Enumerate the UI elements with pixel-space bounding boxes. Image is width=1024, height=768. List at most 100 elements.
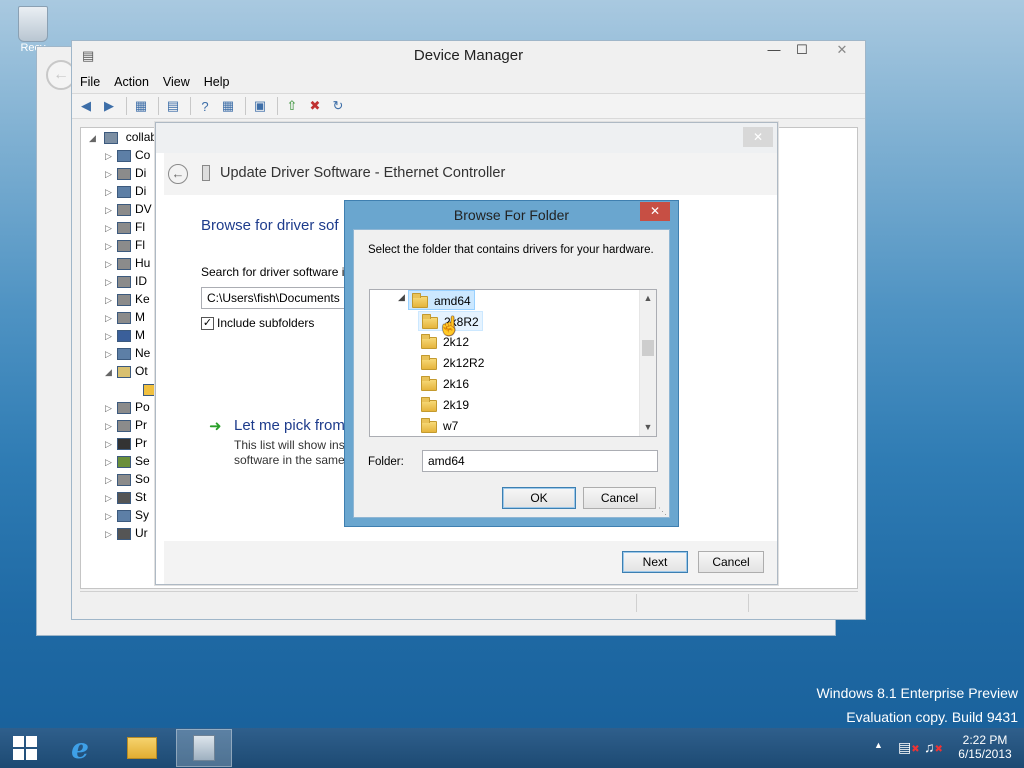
- tree-item[interactable]: ▷ M: [105, 326, 145, 344]
- internet-explorer-button[interactable]: e: [52, 729, 108, 767]
- tree-item[interactable]: ▷ Pr: [105, 416, 147, 434]
- tree-item[interactable]: ▷ Sy: [105, 506, 149, 524]
- tree-item[interactable]: ▷ Hu: [105, 254, 150, 272]
- expand-triangle-icon[interactable]: ◢: [398, 292, 405, 303]
- minimize-button[interactable]: —: [759, 41, 789, 61]
- expand-triangle-icon[interactable]: ▷: [105, 507, 117, 525]
- wizard-cancel-button[interactable]: Cancel: [698, 551, 764, 573]
- collapse-triangle-icon[interactable]: ◢: [89, 129, 101, 147]
- expand-triangle-icon[interactable]: ▷: [105, 525, 117, 543]
- tree-item[interactable]: ▷ Se: [105, 452, 150, 470]
- resize-grip-icon[interactable]: ⋱: [658, 506, 667, 517]
- tree-item[interactable]: ◢ Ot: [105, 362, 148, 380]
- maximize-button[interactable]: ☐: [787, 41, 817, 61]
- pick-heading-link[interactable]: Let me pick from: [234, 417, 345, 434]
- update-driver-icon[interactable]: ⇧: [282, 97, 302, 115]
- scan-hardware-icon[interactable]: ▣: [250, 97, 270, 115]
- tree-item[interactable]: ▷ St: [105, 488, 146, 506]
- tree-item[interactable]: ▷ So: [105, 470, 150, 488]
- expand-triangle-icon[interactable]: ▷: [105, 255, 117, 273]
- expand-triangle-icon[interactable]: ▷: [105, 237, 117, 255]
- folder-item[interactable]: amd64: [408, 290, 475, 310]
- tree-item[interactable]: ▷ Fl: [105, 218, 145, 236]
- show-hidden-icons-icon[interactable]: ▲: [874, 740, 883, 750]
- menu-file[interactable]: File: [80, 75, 100, 89]
- tree-item[interactable]: ▷ Ke: [105, 290, 150, 308]
- show-hide-tree-icon[interactable]: ▦: [131, 97, 151, 115]
- enable-device-icon[interactable]: ↻: [328, 97, 348, 115]
- expand-triangle-icon[interactable]: ▷: [105, 327, 117, 345]
- folder-item[interactable]: 2k12R2: [418, 353, 487, 373]
- expand-triangle-icon[interactable]: ▷: [105, 201, 117, 219]
- tree-item-label: Sy: [135, 508, 150, 522]
- status-divider: [636, 594, 637, 612]
- expand-triangle-icon[interactable]: ▷: [105, 399, 117, 417]
- browse-close-button[interactable]: ✕: [640, 202, 670, 221]
- tree-item[interactable]: ▷ Di: [105, 164, 146, 182]
- expand-triangle-icon[interactable]: ▷: [105, 147, 117, 165]
- expand-triangle-icon[interactable]: ▷: [105, 453, 117, 471]
- folder-input[interactable]: amd64: [422, 450, 658, 472]
- toolbar-separator: [158, 97, 159, 115]
- folder-item[interactable]: 2k16: [418, 374, 472, 394]
- expand-triangle-icon[interactable]: ▷: [105, 291, 117, 309]
- tree-item[interactable]: ▷ Pr: [105, 434, 147, 452]
- tree-item[interactable]: ▷ ID: [105, 272, 147, 290]
- path-input[interactable]: C:\Users\fish\Documents: [201, 287, 361, 309]
- tree-item[interactable]: ▷ DV: [105, 200, 152, 218]
- forward-icon[interactable]: ▶: [99, 97, 119, 115]
- wizard-close-button[interactable]: ✕: [743, 127, 773, 147]
- device-manager-taskbar-button[interactable]: [176, 729, 232, 767]
- tree-item[interactable]: ▷ Po: [105, 398, 150, 416]
- back-icon[interactable]: ◀: [76, 97, 96, 115]
- device-category-icon: [117, 329, 131, 342]
- volume-icon[interactable]: ♫✖: [924, 739, 943, 755]
- folder-tree[interactable]: ◢ amd64 2k8R2 2k12 2k12R2 2k16 2k19 w7 ▲ ▼: [369, 289, 657, 437]
- expand-triangle-icon[interactable]: ▷: [105, 219, 117, 237]
- device-category-icon: [117, 473, 131, 486]
- tree-item[interactable]: ▷ Ne: [105, 344, 150, 362]
- properties-icon[interactable]: ▤: [163, 97, 183, 115]
- expand-triangle-icon[interactable]: ▷: [105, 435, 117, 453]
- scroll-up-icon[interactable]: ▲: [640, 290, 656, 307]
- expand-triangle-icon[interactable]: ▷: [105, 273, 117, 291]
- expand-triangle-icon[interactable]: ▷: [105, 183, 117, 201]
- start-button[interactable]: [0, 729, 50, 767]
- help-icon[interactable]: ?: [195, 97, 215, 115]
- expand-triangle-icon[interactable]: ▷: [105, 471, 117, 489]
- expand-triangle-icon[interactable]: ▷: [105, 489, 117, 507]
- collapse-triangle-icon[interactable]: ◢: [105, 363, 117, 381]
- expand-triangle-icon[interactable]: ▷: [105, 165, 117, 183]
- browse-cancel-button[interactable]: Cancel: [583, 487, 656, 509]
- folder-item[interactable]: 2k19: [418, 395, 472, 415]
- folder-tree-scrollbar[interactable]: ▲ ▼: [639, 290, 656, 436]
- wizard-back-button[interactable]: ←: [168, 164, 188, 184]
- tree-item[interactable]: ▷ Ur: [105, 524, 148, 542]
- ok-button[interactable]: OK: [502, 487, 576, 509]
- device-category-icon: [117, 293, 131, 306]
- menu-action[interactable]: Action: [114, 75, 149, 89]
- folder-item[interactable]: w7: [418, 416, 461, 436]
- tree-item-label: St: [135, 490, 147, 504]
- expand-triangle-icon[interactable]: ▷: [105, 309, 117, 327]
- menu-help[interactable]: Help: [204, 75, 230, 89]
- tree-item[interactable]: ▷ Co: [105, 146, 150, 164]
- expand-triangle-icon[interactable]: ▷: [105, 345, 117, 363]
- scroll-down-icon[interactable]: ▼: [640, 419, 656, 436]
- tree-item[interactable]: ▷ M: [105, 308, 145, 326]
- include-subfolders-checkbox[interactable]: ✓ Include subfolders: [201, 315, 314, 331]
- tree-item[interactable]: ▷ Fl: [105, 236, 145, 254]
- uninstall-icon[interactable]: ✖: [305, 97, 325, 115]
- action-pane-icon[interactable]: ▦: [218, 97, 238, 115]
- next-button[interactable]: Next: [622, 551, 688, 573]
- expand-triangle-icon[interactable]: ▷: [105, 417, 117, 435]
- checkbox-check-icon[interactable]: ✓: [201, 317, 214, 331]
- clock[interactable]: 2:22 PM 6/15/2013: [954, 733, 1016, 761]
- tree-item[interactable]: ▷ Di: [105, 182, 146, 200]
- file-explorer-button[interactable]: [114, 729, 170, 767]
- close-button[interactable]: ✕: [819, 41, 865, 61]
- tree-root[interactable]: ◢ collab: [89, 128, 157, 146]
- menu-view[interactable]: View: [163, 75, 190, 89]
- network-icon[interactable]: ▤✖: [898, 739, 920, 756]
- scroll-thumb[interactable]: [642, 340, 654, 356]
